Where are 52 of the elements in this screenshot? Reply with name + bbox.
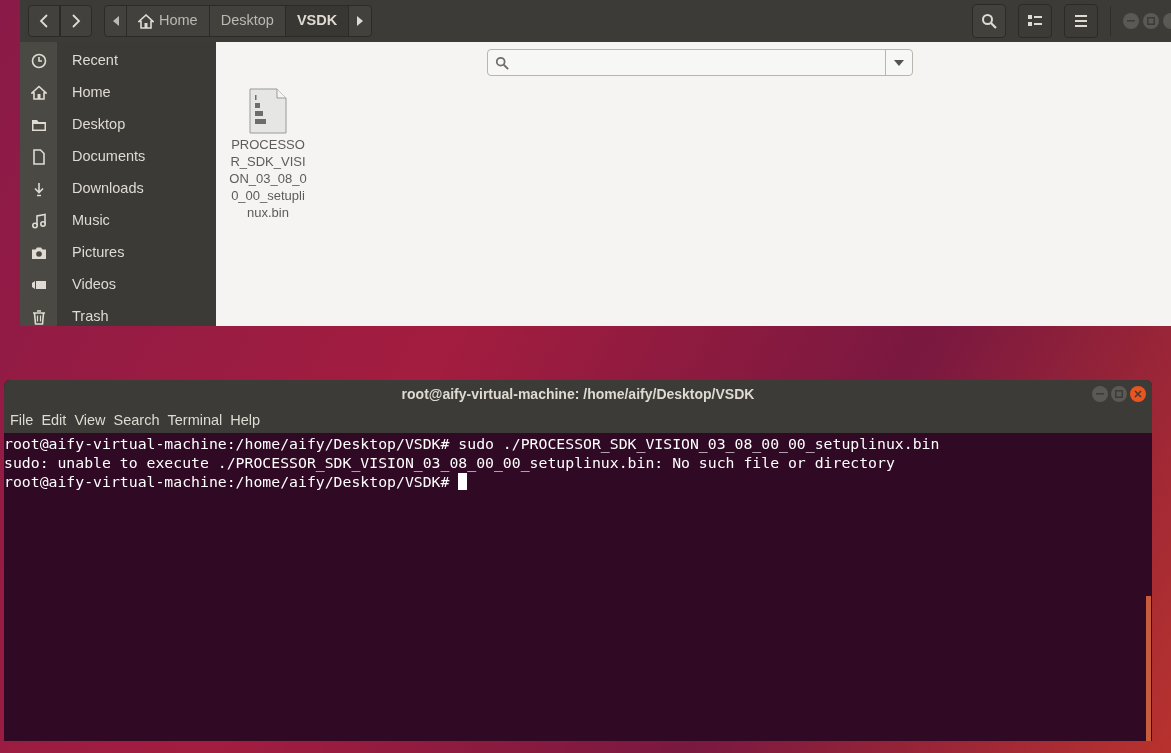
folder-icon [30,117,47,133]
text-cursor [458,473,468,490]
terminal-line: root@aify-virtual-machine:/home/aify/Desktop/VSDK# [4,472,451,491]
back-icon [39,14,49,28]
sidebar-item[interactable]: Videos [20,269,216,301]
terminal-line: sudo: unable to execute ./PROCESSOR_SDK_VISION_03_08_00_00_setuplinux.bin: No such file or directory [4,453,895,472]
menu-item[interactable]: Search [109,409,164,432]
back-button[interactable] [28,5,60,37]
sidebar-item[interactable]: Music [20,205,216,237]
menu-item[interactable]: File [6,409,38,432]
maximize-icon [1115,390,1123,398]
terminal-line: root@aify-virtual-machine:/home/aify/Desktop/VSDK# sudo ./PROCESSOR_SDK_VISION_03_08_00_00_setuplinux.bin [4,434,940,453]
sidebar-item[interactable]: Pictures [20,237,216,269]
home-icon [30,85,47,101]
search-button[interactable] [972,4,1006,38]
close-icon [1134,390,1142,398]
caret-icon [894,59,904,66]
sidebar-item[interactable]: Home [20,77,216,109]
sidebar-item[interactable]: Desktop [20,109,216,141]
forward-button[interactable] [60,5,92,37]
home-icon [138,13,154,29]
search-field[interactable] [487,49,913,76]
list-view-icon [1028,15,1042,27]
path-button[interactable]: VSDK [285,6,350,36]
clock-icon [30,53,47,69]
window-title: root@aify-virtual-machine: /home/aify/Desktop/VSDK [401,384,755,404]
search-icon [495,55,509,70]
menu-item[interactable]: View [70,409,110,432]
sidebar-item[interactable]: Documents [20,141,216,173]
close-button[interactable] [1130,386,1146,402]
music-note-icon [30,213,47,229]
sidebar-item[interactable]: Recent [20,45,216,77]
menu-item[interactable]: Help [226,409,265,432]
binary-file-icon [249,88,287,134]
menu-item[interactable]: Terminal [163,409,227,432]
menu-item[interactable]: Edit [37,409,71,432]
view-toggle-button[interactable] [1018,4,1052,38]
document-icon [30,149,47,165]
file-item[interactable]: PROCESSOR_SDK_VISION_03_08_00_00_setuplinux.bin [228,88,308,221]
menu-button[interactable] [1064,4,1098,38]
right-arrow-icon [357,16,364,26]
path-button[interactable]: Desktop [209,6,286,36]
trash-icon [30,309,47,325]
left-arrow-icon [112,16,119,26]
path-button[interactable]: Home [127,6,210,36]
menu-icon [1075,15,1087,27]
maximize-icon [1147,17,1155,25]
sidebar-item[interactable]: Trash [20,301,216,326]
search-icon [981,13,997,29]
camera-icon [30,245,47,261]
forward-icon [71,14,81,28]
sidebar-item[interactable]: Downloads [20,173,216,205]
